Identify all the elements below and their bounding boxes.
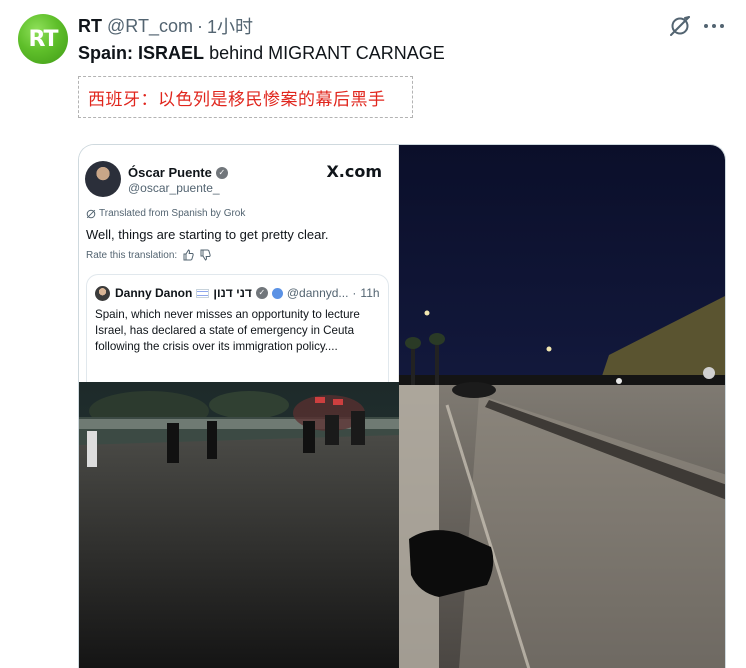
verified-icon: ✓ <box>255 287 268 299</box>
embedded-author-name: Óscar Puente <box>128 165 212 180</box>
rt-avatar[interactable]: RT <box>18 14 68 64</box>
post-time[interactable]: 1小时 <box>207 13 253 39</box>
embedded-author-name-row: Óscar Puente ✓ <box>128 165 228 180</box>
quoted-separator: · <box>352 286 357 300</box>
embedded-author-handle: @oscar_puente_ <box>128 181 220 195</box>
quoted-author-name: Danny Danon <box>115 286 193 300</box>
quoted-tweet: Danny Danon דני דנון ✓ @dannyd... · 11h … <box>86 274 389 382</box>
post-media[interactable]: Óscar Puente ✓ @oscar_puente_ X.com Tran… <box>78 144 726 668</box>
translated-note: Translated from Spanish by Grok <box>99 208 246 219</box>
embedded-tweet-text: Well, things are starting to get pretty … <box>86 227 329 242</box>
more-dot <box>720 24 724 28</box>
embedded-tweet: Óscar Puente ✓ @oscar_puente_ X.com Tran… <box>79 145 399 382</box>
israel-flag-icon <box>196 288 210 298</box>
quoted-author-handle: @dannyd... <box>286 286 349 300</box>
thumbs-down-icon <box>200 249 211 261</box>
author-handle[interactable]: @RT_com <box>107 16 193 37</box>
thumbs-up-icon <box>183 249 194 261</box>
source-logo: X.com <box>326 162 382 181</box>
quoted-tweet-header: Danny Danon דני דנון ✓ @dannyd... · 11h <box>115 286 380 300</box>
quoted-time: 11h <box>360 286 380 300</box>
video-right-frame <box>399 145 725 668</box>
headline-bold-country: Spain: <box>78 43 134 63</box>
translation-overlay: 西班牙：以色列是移民惨案的幕后黑手 <box>78 76 413 118</box>
quoted-author-avatar <box>95 286 110 301</box>
avatar-logo-text: RT <box>28 26 59 52</box>
grok-icon[interactable] <box>668 14 692 38</box>
post-header: RT @RT_com · 1小时 <box>78 14 253 38</box>
more-dot <box>712 24 716 28</box>
quoted-tweet-text: Spain, which never misses an opportunity… <box>95 308 360 353</box>
author-name[interactable]: RT <box>78 16 102 37</box>
more-icon[interactable] <box>702 14 726 38</box>
rate-translation-label: Rate this translation: <box>86 249 178 261</box>
un-emblem-icon <box>271 287 283 299</box>
headline-rest: behind MIGRANT CARNAGE <box>209 43 445 63</box>
video-left-frame <box>79 381 399 668</box>
headline-bold-israel: ISRAEL <box>138 43 205 63</box>
translated-note-row: Translated from Spanish by Grok <box>86 208 245 219</box>
verified-icon: ✓ <box>215 166 228 179</box>
post-text: Spain: ISRAEL behind MIGRANT CARNAGE <box>78 43 445 64</box>
header-separator: · <box>196 15 203 36</box>
translate-icon <box>86 209 96 218</box>
more-dot <box>704 24 708 28</box>
embedded-author-avatar <box>85 161 121 197</box>
translation-text: 西班牙：以色列是移民惨案的幕后黑手 <box>88 89 386 110</box>
rate-translation-row: Rate this translation: <box>86 249 211 261</box>
quoted-author-hebrew-name: דני דנון <box>213 286 252 300</box>
